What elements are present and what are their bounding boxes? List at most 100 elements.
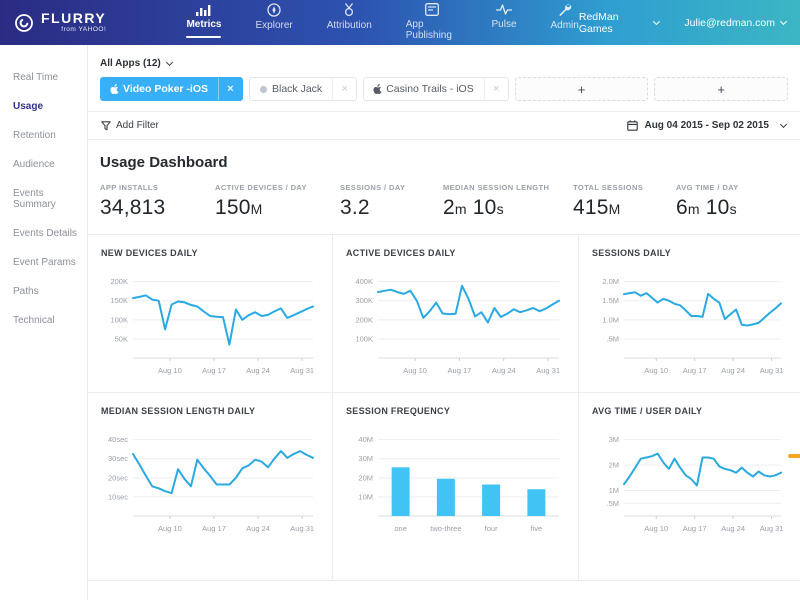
svg-text:Aug 31: Aug 31 (290, 524, 314, 533)
add-app-button[interactable]: + (515, 77, 649, 101)
brand-sub: from YAHOO! (41, 27, 106, 34)
sidebar-item[interactable]: Events Summary (0, 179, 87, 219)
all-apps-dropdown[interactable]: All Apps (12) (100, 58, 172, 69)
nav-item[interactable]: Metrics (186, 0, 221, 38)
all-apps-label: All Apps (12) (100, 58, 161, 69)
app-publishing-window-icon (425, 3, 439, 16)
chip-close-icon[interactable]: × (332, 78, 356, 100)
svg-text:Aug 31: Aug 31 (760, 366, 784, 375)
svg-text:50K: 50K (115, 334, 128, 343)
page-title: Usage Dashboard (88, 140, 800, 173)
nav-item[interactable]: Pulse (491, 0, 516, 38)
chip-close-icon[interactable]: × (218, 78, 242, 100)
active-devices-daily-chart: 100K200K300K400KAug 10Aug 17Aug 24Aug 31 (346, 266, 565, 378)
svg-text:40sec: 40sec (108, 435, 128, 444)
active-underline (327, 37, 372, 39)
svg-text:300K: 300K (355, 296, 373, 305)
primary-nav: Metrics Explorer (186, 0, 578, 49)
sidebar-item-label: Audience (13, 159, 55, 170)
svg-text:Aug 24: Aug 24 (492, 366, 516, 375)
svg-text:1M: 1M (609, 486, 619, 495)
nav-item[interactable]: App Publishing (406, 0, 458, 49)
sidebar-item[interactable]: Event Params (0, 248, 87, 277)
svg-text:Aug 17: Aug 17 (683, 524, 707, 533)
active-underline (186, 36, 221, 38)
median-session-length-daily-chart: 10sec20sec30sec40secAug 10Aug 17Aug 24Au… (101, 424, 319, 536)
app-chip[interactable]: Black Jack × (249, 77, 357, 101)
pulse-heartbeat-icon (496, 3, 512, 16)
sidebar-item-label: Retention (13, 130, 56, 141)
svg-text:.5M: .5M (606, 499, 619, 508)
sidebar-item-label: Event Params (13, 257, 76, 268)
sidebar-item[interactable]: Audience (0, 150, 87, 179)
metric-value: 34,813 (100, 196, 215, 220)
date-range-picker[interactable]: Aug 04 2015 - Sep 02 2015 (627, 120, 786, 131)
chart-title: NEW DEVICES DAILY (101, 248, 319, 258)
svg-text:40M: 40M (358, 435, 373, 444)
svg-text:Aug 10: Aug 10 (644, 366, 668, 375)
funnel-icon (101, 121, 111, 131)
chart-title: SESSIONS DAILY (592, 248, 787, 258)
metric-label: ACTIVE DEVICES / DAY (215, 183, 340, 192)
flurry-analytics-app: FLURRY from YAHOO! Metrics (0, 0, 800, 600)
metric-value: 150M (215, 196, 340, 220)
sessions-daily-chart: .5M1.0M1.5M2.0MAug 10Aug 17Aug 24Aug 31 (592, 266, 787, 378)
app-chip-label: Video Poker -iOS (123, 83, 218, 95)
sidebar-item[interactable]: Technical (0, 306, 87, 335)
attribution-ribbon-icon (343, 3, 355, 17)
metrics-bar-chart-icon (196, 3, 211, 16)
app-chip[interactable]: Casino Trails - iOS × (363, 77, 509, 101)
user-dropdown[interactable]: Julie@redman.com (684, 17, 786, 29)
orange-dash-decoration (788, 454, 800, 458)
brand-text: FLURRY from YAHOO! (41, 11, 106, 34)
svg-text:10sec: 10sec (108, 492, 128, 501)
app-chip-label: Black Jack (272, 83, 332, 95)
chip-close-icon[interactable]: × (484, 78, 508, 100)
metric-label: TOTAL SESSIONS (573, 183, 676, 192)
svg-text:Aug 31: Aug 31 (536, 366, 560, 375)
add-filter-button[interactable]: Add Filter (101, 120, 159, 131)
nav-item[interactable]: Attribution (327, 0, 372, 39)
svg-text:Aug 17: Aug 17 (448, 366, 472, 375)
chart-title: ACTIVE DEVICES DAILY (346, 248, 565, 258)
svg-text:20sec: 20sec (108, 473, 128, 482)
user-email: Julie@redman.com (684, 17, 775, 29)
flurry-logo-icon (14, 13, 34, 33)
svg-text:two-three: two-three (430, 524, 461, 533)
chevron-down-icon (780, 121, 787, 128)
svg-text:100K: 100K (355, 334, 373, 343)
svg-text:Aug 10: Aug 10 (158, 524, 182, 533)
svg-text:one: one (394, 524, 407, 533)
flurry-logo[interactable]: FLURRY from YAHOO! (14, 11, 158, 34)
calendar-icon (627, 120, 638, 131)
summary-metrics: APP INSTALLS 34,813 ACTIVE DEVICES / DAY… (88, 173, 800, 234)
chevron-down-icon (780, 18, 787, 25)
metric-label: SESSIONS / DAY (340, 183, 443, 192)
main-content: All Apps (12) Video Poker -iOS × (88, 45, 800, 600)
date-range-label: Aug 04 2015 - Sep 02 2015 (644, 120, 769, 131)
sidebar-item[interactable]: Real Time (0, 63, 87, 92)
admin-wrench-icon (558, 3, 572, 17)
svg-text:30sec: 30sec (108, 454, 128, 463)
svg-text:3M: 3M (609, 435, 619, 444)
chart-title: AVG TIME / USER DAILY (592, 406, 787, 416)
svg-text:Aug 24: Aug 24 (246, 366, 270, 375)
app-chip[interactable]: Video Poker -iOS × (100, 77, 243, 101)
metric: TOTAL SESSIONS 415M (573, 183, 676, 220)
nav-right: RedMan Games Julie@redman.com (579, 11, 786, 35)
session-frequency-chart: 10M20M30M40Monetwo-threefourfive (346, 424, 565, 536)
add-app-button[interactable]: + (654, 77, 788, 101)
nav-item[interactable]: Explorer (255, 0, 292, 39)
account-dropdown[interactable]: RedMan Games (579, 11, 659, 35)
svg-text:10M: 10M (358, 492, 373, 501)
app-chips-row: Video Poker -iOS × Black Jack × (100, 77, 788, 101)
svg-text:30M: 30M (358, 454, 373, 463)
sidebar-item[interactable]: Usage (0, 92, 87, 121)
nav-item[interactable]: Admin (551, 0, 579, 39)
sidebar-item[interactable]: Retention (0, 121, 87, 150)
sidebar-item[interactable]: Paths (0, 277, 87, 306)
chart-title: MEDIAN SESSION LENGTH DAILY (101, 406, 319, 416)
sidebar: Real Time Usage Retention Audience Event… (0, 45, 88, 600)
sidebar-item[interactable]: Events Details (0, 219, 87, 248)
avg-time-user-daily-chart: .5M1M2M3MAug 10Aug 17Aug 24Aug 31 (592, 424, 787, 536)
